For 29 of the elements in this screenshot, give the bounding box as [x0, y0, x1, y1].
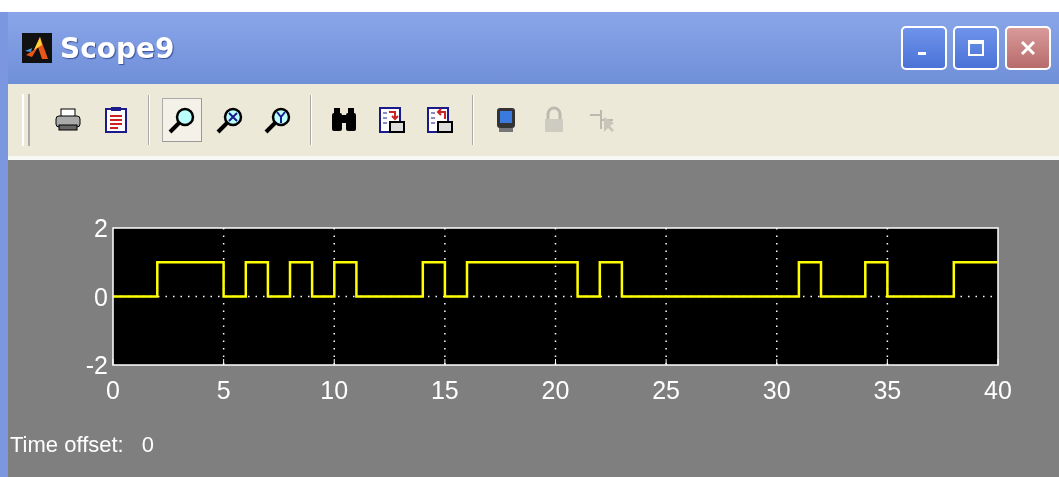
minimize-icon [918, 51, 926, 55]
maximize-button[interactable] [953, 26, 999, 70]
window-title: Scope9 [60, 31, 175, 65]
app-icon [22, 33, 52, 63]
close-icon [1018, 38, 1038, 58]
axes-icon [425, 105, 455, 135]
toolbar-grip[interactable] [22, 94, 30, 146]
x-tick-label: 40 [984, 376, 1012, 404]
y-tick-label: 2 [94, 214, 108, 242]
x-tick-label: 15 [430, 376, 459, 404]
maximize-icon [966, 38, 986, 58]
axes-icon [377, 105, 407, 135]
toolbar-button[interactable] [162, 98, 202, 142]
status-label: Time offset: [10, 432, 124, 458]
magnifier-icon [215, 105, 245, 135]
x-tick-label: 35 [873, 376, 902, 404]
y-tick-label: 0 [94, 282, 108, 311]
x-tick-label: 0 [106, 376, 120, 404]
x-tick-label: 25 [652, 376, 681, 404]
magnifier-icon [167, 105, 197, 135]
x-tick-label: 10 [320, 376, 349, 404]
magnifier-icon [263, 105, 293, 135]
x-tick-label: 20 [541, 376, 570, 404]
x-tick-label: 30 [762, 376, 791, 404]
status-value: 0 [141, 432, 154, 458]
x-tick-label: 5 [216, 376, 231, 404]
y-tick-label: -2 [85, 351, 108, 379]
close-button[interactable] [1005, 26, 1051, 70]
minimize-button[interactable] [901, 26, 947, 70]
